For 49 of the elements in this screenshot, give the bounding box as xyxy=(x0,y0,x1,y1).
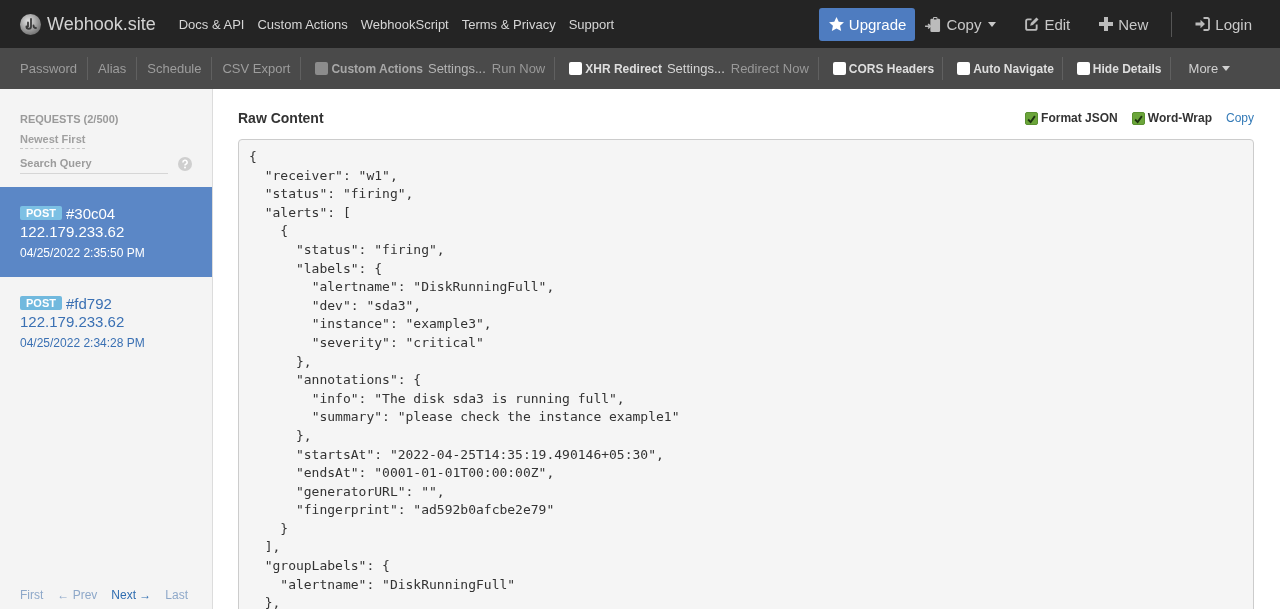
checkbox[interactable] xyxy=(1025,111,1039,125)
checkbox[interactable] xyxy=(569,62,583,75)
request-time: 04/25/2022 2:35:50 PM xyxy=(20,245,146,261)
request-ip: 122.179.233.62 xyxy=(20,313,126,331)
edit-button[interactable]: Edit xyxy=(1015,7,1081,41)
checkbox[interactable] xyxy=(1076,62,1090,75)
copy-link[interactable]: Copy xyxy=(1226,111,1254,125)
toggle-option[interactable]: Hide Details xyxy=(1076,57,1164,80)
pager-link[interactable]: Next → xyxy=(111,588,152,602)
edit-icon xyxy=(1025,17,1040,31)
caret-icon xyxy=(988,21,997,27)
logo-icon xyxy=(20,13,41,35)
sign-in-icon xyxy=(1195,17,1211,31)
search-field[interactable]: Search Query xyxy=(20,153,168,174)
requests-heading: REQUESTS (2/500) xyxy=(20,113,120,126)
nav-link[interactable]: Support xyxy=(562,10,621,38)
option-toggle[interactable]: Word-Wrap xyxy=(1131,111,1212,125)
plus-icon xyxy=(1099,17,1114,31)
clipboard-icon xyxy=(925,16,942,32)
option-toggle[interactable]: Format JSON xyxy=(1025,111,1118,125)
request-item[interactable]: POST #30c04 122.179.233.62 04/25/2022 2:35:50 PM xyxy=(0,187,212,277)
brand-link[interactable]: Webhook.site xyxy=(20,13,156,35)
upgrade-button[interactable]: Upgrade xyxy=(818,7,916,41)
request-ip: 122.179.233.62 xyxy=(20,223,126,241)
new-button[interactable]: New xyxy=(1089,7,1159,41)
nav-link[interactable]: WebhookScript xyxy=(354,10,455,38)
nav-link[interactable]: Custom Actions xyxy=(251,10,354,38)
checkbox[interactable] xyxy=(957,62,971,75)
toggle-option[interactable]: Auto Navigate xyxy=(957,57,1056,80)
login-button[interactable]: Login xyxy=(1185,7,1262,41)
star-icon xyxy=(828,17,844,31)
copy-button[interactable]: Copy xyxy=(915,7,1007,41)
json-code: { "receiver": "w1", "status": "firing", "alerts": [ { "status": "firing", "labels": { "alertname": "DiskRunningFull", "dev": "sda3", "instance": "example3", "severity": "critical" }, "annotations": { "info": "The disk sda3 is running full", "summary": "please check the instance example1" }, "startsAt": "2022-04-25T14:35:19.490146+05:30", "endsAt": "0001-01-01T00:00:00Z", "generatorURL": "", "fingerprint": "ad592b0afcbe2e79" } ], "groupLabels": { "alertname": "DiskRunningFull" }, xyxy=(249,148,680,609)
method-badge: POST xyxy=(20,296,62,310)
request-id: #30c04 xyxy=(65,204,116,222)
method-badge: POST xyxy=(20,206,62,220)
toggle-option[interactable]: CORS Headers xyxy=(832,57,937,80)
nav-link[interactable]: Terms & Privacy xyxy=(455,10,562,38)
toggle-option[interactable]: XHR Redirect xyxy=(569,57,664,80)
nav-link[interactable]: Docs & API xyxy=(172,10,251,38)
request-time: 04/25/2022 2:34:28 PM xyxy=(20,335,146,351)
request-id: #fd792 xyxy=(65,294,112,312)
toolbar-link[interactable]: Settings... xyxy=(663,57,728,80)
section-title: Raw Content xyxy=(238,110,324,126)
checkbox[interactable] xyxy=(1131,111,1145,125)
request-item[interactable]: POST #fd792 122.179.233.62 04/25/2022 2:34:28 PM xyxy=(0,277,212,367)
checkbox[interactable] xyxy=(832,62,846,75)
more-menu[interactable]: More xyxy=(1170,57,1241,80)
caret-icon xyxy=(1222,66,1231,71)
